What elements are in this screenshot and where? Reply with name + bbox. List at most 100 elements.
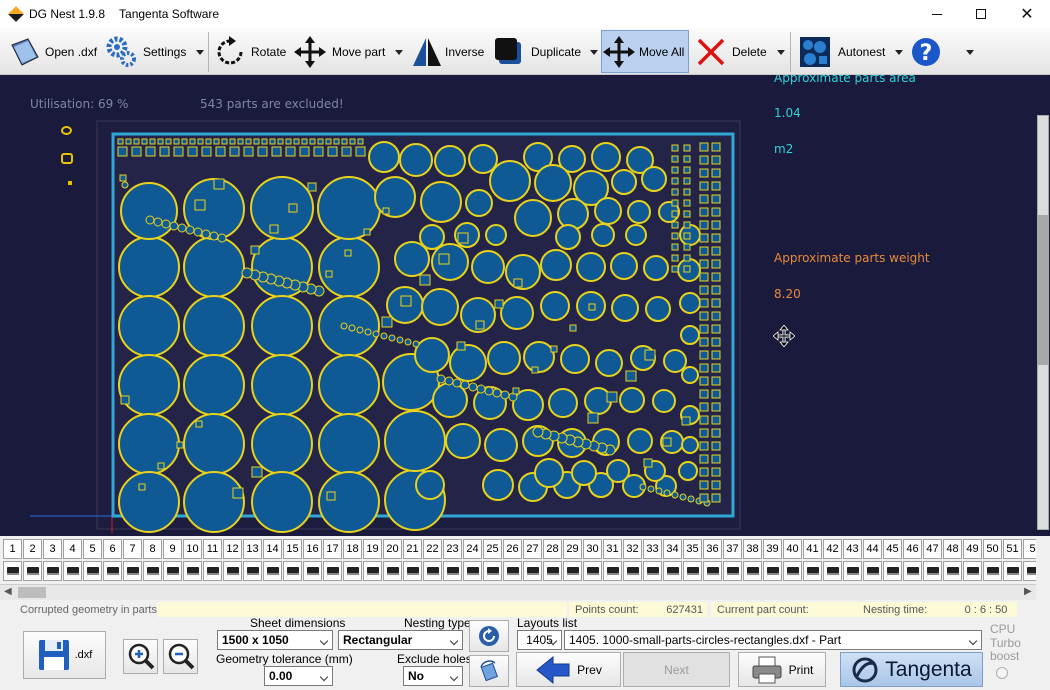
nested-part[interactable] <box>485 224 507 246</box>
layout-tab-48[interactable]: 48 <box>943 539 962 559</box>
nested-part[interactable] <box>595 349 623 377</box>
nested-part[interactable] <box>683 199 691 207</box>
layout-tab-9[interactable]: 9 <box>163 539 182 559</box>
layouts-list-select[interactable]: 1405. 1000-small-parts-circles-rectangle… <box>564 630 982 650</box>
layout-index-field[interactable]: 1405 <box>517 630 562 650</box>
nested-part[interactable] <box>457 232 469 244</box>
nested-part[interactable] <box>711 389 721 399</box>
nested-part[interactable] <box>317 138 324 145</box>
nested-part[interactable] <box>699 467 709 477</box>
nested-part[interactable] <box>571 460 597 486</box>
nested-part[interactable] <box>419 224 445 250</box>
tangenta-brand-button[interactable]: Tangenta <box>840 652 983 687</box>
nested-part[interactable] <box>531 366 539 374</box>
layout-tab-icon-button[interactable] <box>823 561 842 581</box>
layout-tab-41[interactable]: 41 <box>803 539 822 559</box>
nested-part[interactable] <box>557 198 589 230</box>
nested-part[interactable] <box>683 144 691 152</box>
nested-part[interactable] <box>683 221 691 229</box>
nested-part[interactable] <box>699 402 709 412</box>
layout-tab-icon-button[interactable] <box>643 561 662 581</box>
nested-part[interactable] <box>711 480 721 490</box>
nested-part[interactable] <box>711 311 721 321</box>
layout-tab-icon-button[interactable] <box>343 561 362 581</box>
nested-part[interactable] <box>641 166 667 192</box>
layout-tab-23[interactable]: 23 <box>443 539 462 559</box>
layout-tab-33[interactable]: 33 <box>643 539 662 559</box>
nested-part[interactable] <box>245 138 252 145</box>
nested-part[interactable] <box>195 420 203 428</box>
nested-part[interactable] <box>194 199 206 211</box>
nested-part[interactable] <box>269 138 276 145</box>
nested-part[interactable] <box>118 295 180 357</box>
nested-part[interactable] <box>452 378 462 388</box>
nested-part[interactable] <box>482 469 514 501</box>
nested-part[interactable] <box>671 265 679 273</box>
layout-tab-10[interactable]: 10 <box>183 539 202 559</box>
nested-part[interactable] <box>711 467 721 477</box>
layout-tab-icon-button[interactable] <box>383 561 402 581</box>
nested-part[interactable] <box>569 324 577 332</box>
layout-tab-icon-button[interactable] <box>863 561 882 581</box>
nested-part[interactable] <box>699 246 709 256</box>
nested-part[interactable] <box>699 259 709 269</box>
nested-part[interactable] <box>662 437 672 447</box>
nested-part[interactable] <box>683 166 691 174</box>
nested-part[interactable] <box>340 322 348 330</box>
nested-part[interactable] <box>118 354 180 416</box>
nested-part[interactable] <box>363 228 371 236</box>
layout-tab-1[interactable]: 1 <box>3 539 22 559</box>
nested-part[interactable] <box>699 272 709 282</box>
nested-part[interactable] <box>438 253 450 265</box>
nested-part[interactable] <box>183 413 245 475</box>
rotate-button[interactable]: Rotate <box>214 30 286 73</box>
cpu-turbo-boost-radio[interactable] <box>996 667 1008 679</box>
nested-part[interactable] <box>671 188 679 196</box>
nested-part[interactable] <box>699 142 709 152</box>
nested-part[interactable] <box>161 219 171 229</box>
nested-part[interactable] <box>318 413 380 475</box>
next-button[interactable]: Next <box>623 652 730 687</box>
duplicate-dropdown-arrow[interactable] <box>589 47 599 57</box>
save-dxf-button[interactable]: .dxf <box>23 631 106 679</box>
layout-tab-icon-button[interactable] <box>263 561 282 581</box>
nested-part[interactable] <box>711 272 721 282</box>
nested-part[interactable] <box>356 326 364 334</box>
layout-tab-38[interactable]: 38 <box>743 539 762 559</box>
nested-part[interactable] <box>229 146 240 157</box>
nested-part[interactable] <box>671 491 679 499</box>
layout-tab-icon-button[interactable] <box>303 561 322 581</box>
nested-part[interactable] <box>711 246 721 256</box>
layout-tab-51[interactable]: 51 <box>1003 539 1022 559</box>
nested-part[interactable] <box>681 416 691 426</box>
nested-part[interactable] <box>213 138 220 145</box>
nested-part[interactable] <box>489 160 531 202</box>
nested-part[interactable] <box>625 370 637 382</box>
nested-part[interactable] <box>183 471 245 533</box>
zoom-in-button[interactable] <box>123 639 158 674</box>
nested-part[interactable] <box>699 324 709 334</box>
open-dxf-button[interactable]: Open .dxf <box>8 30 97 73</box>
nested-part[interactable] <box>699 428 709 438</box>
nested-part[interactable] <box>645 296 671 322</box>
nested-part[interactable] <box>591 142 621 172</box>
nested-part[interactable] <box>699 155 709 165</box>
nested-part[interactable] <box>711 168 721 178</box>
nested-part[interactable] <box>269 224 279 234</box>
nested-part[interactable] <box>711 298 721 308</box>
settings-dropdown-arrow[interactable] <box>195 47 205 57</box>
layout-tab-icon-button[interactable] <box>83 561 102 581</box>
nested-part[interactable] <box>125 138 132 145</box>
nested-part[interactable] <box>711 415 721 425</box>
scroll-thumb[interactable] <box>1038 215 1048 365</box>
layout-tab-35[interactable]: 35 <box>683 539 702 559</box>
nested-part[interactable] <box>157 138 164 145</box>
nested-part[interactable] <box>121 181 129 189</box>
nested-part[interactable] <box>699 298 709 308</box>
nested-part[interactable] <box>217 233 227 243</box>
layout-tab-icon-button[interactable] <box>63 561 82 581</box>
delete-dropdown-arrow[interactable] <box>776 47 786 57</box>
layout-tab-icon-button[interactable] <box>803 561 822 581</box>
nested-part[interactable] <box>681 436 699 454</box>
layout-tab-icon-button[interactable] <box>683 561 702 581</box>
